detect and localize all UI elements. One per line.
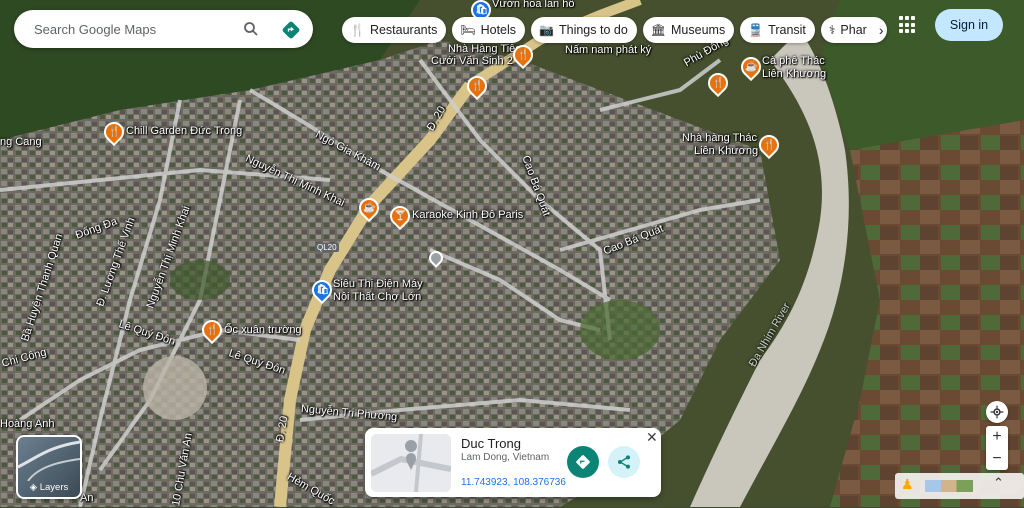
label-vuon-hoa[interactable]: Vườn hoa lan hồ — [492, 0, 574, 10]
location-target-icon — [990, 405, 1004, 419]
layers-icon: ◈ — [29, 482, 40, 493]
fork-knife-icon: 🍴 — [350, 23, 365, 37]
search-icon[interactable] — [241, 19, 261, 39]
label-karaoke[interactable]: Karaoke Kinh Đô Paris — [412, 209, 523, 221]
chip-pharmacies[interactable]: ⚕ Phar › — [820, 17, 888, 43]
directions-icon — [576, 455, 590, 469]
zoom-in-button[interactable]: + — [986, 426, 1008, 448]
search-box[interactable] — [14, 10, 313, 48]
chevron-right-icon[interactable]: › — [879, 22, 884, 38]
layers-button[interactable]: ◈ Layers — [16, 435, 82, 499]
label-sieu-thi-1[interactable]: Siêu Thị Điện Máy — [333, 278, 423, 290]
place-subtitle: Lam Dong, Vietnam — [461, 452, 550, 463]
chip-things-to-do[interactable]: 📷 Things to do — [531, 17, 637, 43]
label-nha-hang-tiec[interactable]: Nhà Hàng Tiệc — [448, 43, 521, 55]
chip-transit[interactable]: 🚆 Transit — [740, 17, 815, 43]
label-an: An — [80, 492, 94, 504]
label-ql20: QL20 — [315, 243, 339, 252]
share-button[interactable] — [608, 446, 640, 478]
close-icon[interactable]: ✕ — [646, 429, 658, 446]
label-sieu-thi-2[interactable]: Nội Thất Chợ Lớn — [333, 291, 421, 303]
search-input[interactable] — [32, 20, 236, 38]
zoom-out-button[interactable]: − — [986, 448, 1008, 470]
place-thumbnail[interactable] — [371, 434, 451, 492]
camera-icon: 📷 — [539, 23, 554, 37]
label-nha-hang-thac[interactable]: Nhà hàng Thác — [682, 132, 757, 144]
directions-button[interactable] — [567, 446, 599, 478]
sign-in-button[interactable]: Sign in — [935, 9, 1003, 41]
directions-icon[interactable] — [280, 19, 302, 41]
place-card[interactable]: Duc Trong Lam Dong, Vietnam 11.743923, 1… — [365, 428, 661, 497]
place-coordinates[interactable]: 11.743923, 108.376736 — [461, 477, 566, 488]
label-lien-khuong[interactable]: Liên Khương — [762, 68, 826, 80]
zoom-control: + − — [986, 426, 1008, 470]
label-hoang-anh: Hoàng Anh — [0, 418, 55, 430]
share-icon — [618, 455, 630, 469]
apps-grid-icon[interactable] — [899, 16, 917, 34]
layers-label: ◈ Layers — [29, 482, 69, 493]
my-location-button[interactable] — [986, 401, 1008, 423]
place-title: Duc Trong — [461, 436, 521, 451]
museum-icon: 🏛 — [650, 23, 667, 37]
bed-icon: 🛏 — [460, 23, 476, 37]
chip-museums[interactable]: 🏛 Museums — [642, 17, 735, 43]
chip-hotels[interactable]: 🛏 Hotels — [452, 17, 526, 43]
imagery-thumbnails[interactable] — [925, 480, 973, 492]
category-chips: 🍴 Restaurants 🛏 Hotels 📷 Things to do 🏛 Muse… — [342, 17, 888, 43]
pharmacy-icon: ⚕ — [828, 23, 836, 37]
label-ng-cang: ng Cang — [0, 136, 42, 148]
pegman-icon[interactable]: ♟ — [901, 476, 914, 493]
chip-restaurants[interactable]: 🍴 Restaurants — [342, 17, 447, 43]
label-lien-khuong-2[interactable]: Liên Khương — [694, 145, 758, 157]
label-oc-xuan-truong[interactable]: Ốc xuân trường — [224, 324, 302, 336]
label-nam-nam[interactable]: Nấm nam phát ký — [565, 44, 651, 56]
label-ca-phe-thac[interactable]: Cà phê Thác — [762, 55, 825, 67]
expand-icon[interactable]: ⌃ — [993, 475, 1004, 491]
train-icon: 🚆 — [748, 23, 764, 37]
label-chill-garden[interactable]: Chill Garden Đức Trọng — [126, 125, 242, 137]
label-cuoi-van-sinh[interactable]: Cưới Văn Sinh 2 — [431, 55, 513, 67]
bottom-controls: ♟ ⌃ — [895, 473, 1024, 499]
